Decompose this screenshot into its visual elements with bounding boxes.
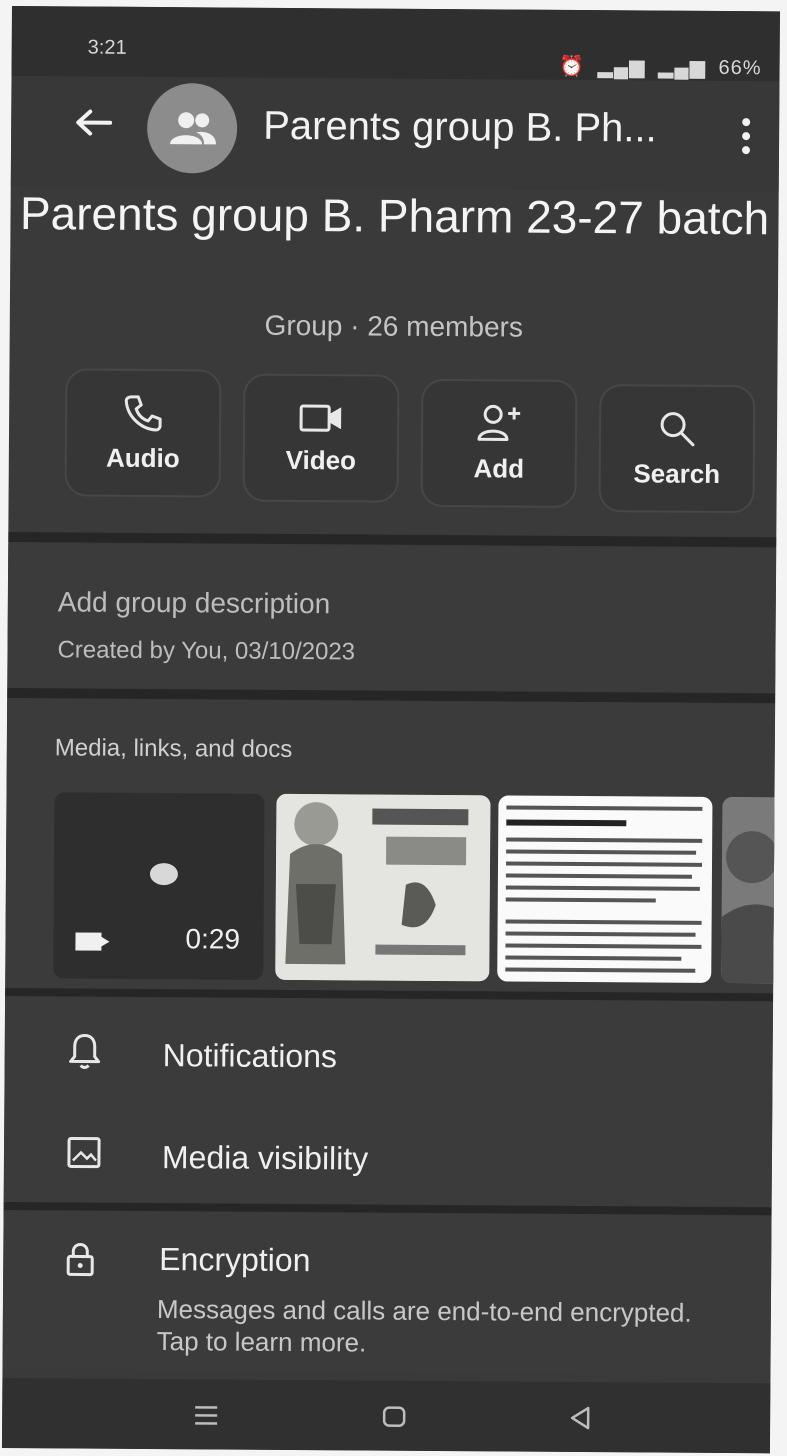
- notifications-label: Notifications: [162, 1037, 338, 1075]
- media-section: Media, links, and docs 0:29: [5, 697, 780, 994]
- signal-icon-2: ▂▄▆: [657, 56, 707, 79]
- document-text-line: [506, 819, 627, 827]
- system-nav-bar: [1, 1377, 771, 1454]
- add-description-link[interactable]: Add group description: [58, 586, 331, 620]
- lock-icon: [65, 1242, 95, 1281]
- document-text-line: [505, 873, 692, 879]
- group-avatar[interactable]: [146, 82, 238, 174]
- add-person-icon: [477, 404, 521, 441]
- description-section[interactable]: Add group description Created by You, 03…: [7, 543, 777, 694]
- document-text-line: [506, 805, 703, 811]
- group-member-count: Group · 26 members: [264, 309, 524, 343]
- recent-apps-button[interactable]: [184, 1393, 228, 1437]
- poster-image-icon: [275, 793, 491, 982]
- signal-icon: ▂▄▆: [597, 56, 646, 79]
- media-thumbnail-photo[interactable]: [721, 796, 780, 984]
- document-text-line: [505, 897, 656, 903]
- phone-icon: [124, 394, 162, 432]
- media-thumbnail-video[interactable]: 0:29: [53, 792, 265, 980]
- chat-info-header: Parents group B. Ph...: [10, 75, 780, 192]
- status-icons: ⏰ ▂▄▆ ▂▄▆ 66%: [559, 54, 762, 80]
- media-visibility-label: Media visibility: [161, 1139, 369, 1177]
- back-arrow-icon: [76, 109, 113, 136]
- photo-image-icon: [721, 796, 780, 984]
- action-label: Search: [633, 457, 721, 489]
- search-button[interactable]: Search: [598, 384, 756, 514]
- encryption-row[interactable]: Encryption Messages and calls are end-to…: [2, 1209, 772, 1376]
- group-name[interactable]: Parents group B. Pharm 23-27 batch: [10, 186, 778, 245]
- media-thumbnail-document[interactable]: [497, 795, 713, 983]
- encryption-title: Encryption: [159, 1241, 311, 1279]
- document-text-line: [505, 885, 700, 891]
- bell-icon: [65, 1030, 105, 1070]
- home-icon: [382, 1406, 406, 1427]
- created-by-text: Created by You, 03/10/2023: [57, 636, 356, 666]
- notifications-row[interactable]: Notifications: [4, 1010, 773, 1105]
- back-triangle-icon: [570, 1406, 590, 1430]
- action-label: Add: [473, 452, 525, 484]
- audio-call-button[interactable]: Audio: [64, 368, 222, 498]
- video-duration: 0:29: [185, 923, 241, 955]
- video-preview-blob: [149, 862, 179, 886]
- video-icon: [75, 932, 102, 951]
- menu-dot: [742, 118, 751, 127]
- media-thumbnail-poster[interactable]: [275, 793, 491, 982]
- battery-level: 66%: [718, 56, 762, 80]
- header-title: Parents group B. Ph...: [263, 103, 657, 151]
- back-nav-button[interactable]: [558, 1396, 602, 1440]
- document-text-line: [505, 919, 702, 925]
- document-text-line: [506, 861, 703, 867]
- video-camera-icon: [299, 404, 342, 432]
- add-member-button[interactable]: Add: [420, 378, 578, 508]
- document-text-line: [505, 931, 696, 937]
- status-bar: 3:21 ⏰ ▂▄▆ ▂▄▆ 66%: [11, 6, 780, 82]
- document-text-line: [506, 849, 697, 855]
- scan-paper: 3:21 ⏰ ▂▄▆ ▂▄▆ 66% Parents group B. Ph..…: [0, 0, 787, 1456]
- menu-dot: [742, 132, 751, 141]
- menu-dot: [741, 146, 751, 155]
- media-links-docs-link[interactable]: Media, links, and docs: [55, 734, 293, 764]
- search-icon: [660, 411, 695, 446]
- status-time: 3:21: [87, 36, 127, 59]
- action-label: Video: [285, 444, 357, 475]
- document-text-line: [505, 943, 702, 949]
- alarm-icon: ⏰: [559, 55, 586, 79]
- home-button[interactable]: [372, 1395, 416, 1439]
- recent-apps-icon: [195, 1406, 218, 1425]
- phone-screen: 3:21 ⏰ ▂▄▆ ▂▄▆ 66% Parents group B. Ph..…: [1, 6, 780, 1454]
- document-text-line: [506, 837, 703, 843]
- back-button[interactable]: [71, 100, 115, 144]
- group-icon: [170, 112, 217, 145]
- video-call-button[interactable]: Video: [242, 373, 400, 503]
- action-label: Audio: [105, 442, 180, 473]
- document-text-line: [505, 967, 696, 973]
- image-icon: [64, 1132, 104, 1172]
- document-text-line: [505, 955, 682, 961]
- action-buttons: Audio Video Add Search: [64, 368, 765, 514]
- media-visibility-row[interactable]: Media visibility: [4, 1112, 773, 1207]
- settings-section: Notifications Media visibility: [3, 995, 774, 1208]
- more-options-button[interactable]: [731, 111, 761, 161]
- encryption-description: Messages and calls are end-to-end encryp…: [156, 1294, 692, 1358]
